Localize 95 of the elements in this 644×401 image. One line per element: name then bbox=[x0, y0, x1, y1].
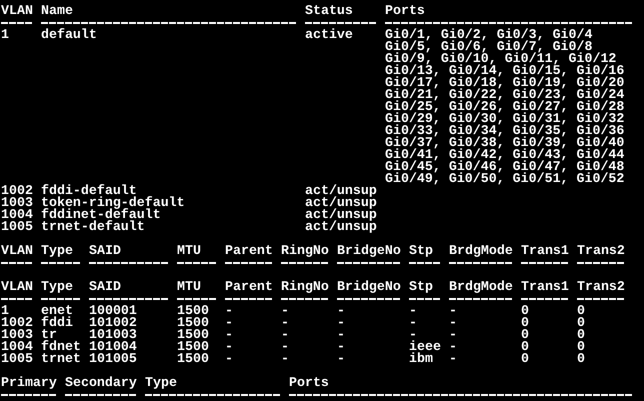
table-cell: 0 bbox=[577, 303, 585, 318]
table-cell: - bbox=[409, 315, 417, 330]
table-cell: 101002 bbox=[89, 315, 137, 330]
vlan-id: 1 bbox=[1, 27, 9, 42]
table-cell: 101003 bbox=[89, 327, 137, 342]
vlan-status: active bbox=[305, 27, 353, 42]
column-header: Primary bbox=[1, 375, 57, 390]
table-cell: - bbox=[449, 303, 457, 318]
column-header: BrdgMode bbox=[449, 243, 513, 258]
table-cell: - bbox=[449, 327, 457, 342]
table-cell: 1005 bbox=[1, 351, 33, 366]
column-header: VLAN bbox=[1, 243, 33, 258]
column-header: Trans2 bbox=[577, 243, 625, 258]
table-cell: - bbox=[225, 351, 233, 366]
column-header: Name bbox=[41, 3, 73, 18]
column-header: Parent bbox=[225, 279, 273, 294]
table-cell: - bbox=[449, 315, 457, 330]
column-header: Trans1 bbox=[521, 243, 569, 258]
table-cell: - bbox=[225, 339, 233, 354]
vlan-status: act/unsup bbox=[305, 207, 377, 222]
table-cell: fdnet bbox=[41, 339, 81, 354]
table-cell: 0 bbox=[521, 339, 529, 354]
table-cell: 1500 bbox=[177, 351, 209, 366]
table-cell: ibm bbox=[409, 351, 433, 366]
table-cell: 0 bbox=[521, 351, 529, 366]
table-cell: - bbox=[337, 327, 345, 342]
column-header: Trans2 bbox=[577, 279, 625, 294]
vlan-status: act/unsup bbox=[305, 219, 377, 234]
column-header: VLAN bbox=[1, 3, 33, 18]
table-cell: 0 bbox=[521, 327, 529, 342]
table-cell: 1 bbox=[1, 303, 9, 318]
vlan-id: 1003 bbox=[1, 195, 33, 210]
table-cell: 101004 bbox=[89, 339, 137, 354]
column-header: Secondary bbox=[65, 375, 137, 390]
table-cell: - bbox=[225, 327, 233, 342]
column-header: Status bbox=[305, 3, 353, 18]
column-header: RingNo bbox=[281, 243, 329, 258]
vlan-name: default bbox=[41, 27, 97, 42]
table-cell: - bbox=[225, 303, 233, 318]
table-cell: 0 bbox=[577, 315, 585, 330]
column-header: RingNo bbox=[281, 279, 329, 294]
table-cell: - bbox=[281, 315, 289, 330]
column-header: VLAN bbox=[1, 279, 33, 294]
vlan-status: act/unsup bbox=[305, 183, 377, 198]
table-cell: 101005 bbox=[89, 351, 137, 366]
column-header: SAID bbox=[89, 243, 121, 258]
table-cell: 1500 bbox=[177, 327, 209, 342]
table-cell: - bbox=[337, 303, 345, 318]
table-cell: - bbox=[409, 303, 417, 318]
column-header: SAID bbox=[89, 279, 121, 294]
column-header: MTU bbox=[177, 279, 201, 294]
column-header: BridgeNo bbox=[337, 243, 401, 258]
table-cell: 1500 bbox=[177, 339, 209, 354]
table-cell: 0 bbox=[577, 339, 585, 354]
table-cell: 1002 bbox=[1, 315, 33, 330]
column-header: Type bbox=[41, 243, 73, 258]
column-header: BridgeNo bbox=[337, 279, 401, 294]
table-cell: fddi bbox=[41, 315, 73, 330]
column-header: Parent bbox=[225, 243, 273, 258]
table-cell: 1004 bbox=[1, 339, 33, 354]
table-cell: - bbox=[449, 339, 457, 354]
table-cell: 1500 bbox=[177, 303, 209, 318]
table-cell: 0 bbox=[577, 351, 585, 366]
table-cell: 1500 bbox=[177, 315, 209, 330]
vlan-name: trnet-default bbox=[41, 219, 145, 234]
column-header: Ports bbox=[289, 375, 329, 390]
table-cell: - bbox=[281, 303, 289, 318]
table-cell: - bbox=[281, 351, 289, 366]
column-header: Type bbox=[145, 375, 177, 390]
column-header: Trans1 bbox=[521, 279, 569, 294]
table-cell: trnet bbox=[41, 351, 81, 366]
column-header: Stp bbox=[409, 279, 433, 294]
table-cell: - bbox=[337, 315, 345, 330]
column-header: Ports bbox=[385, 3, 425, 18]
vlan-id: 1002 bbox=[1, 183, 33, 198]
table-cell: - bbox=[337, 351, 345, 366]
table-cell: 0 bbox=[577, 327, 585, 342]
table-cell: - bbox=[337, 339, 345, 354]
table-cell: 100001 bbox=[89, 303, 137, 318]
table-cell: - bbox=[281, 339, 289, 354]
table-cell: 0 bbox=[521, 315, 529, 330]
column-header: BrdgMode bbox=[449, 279, 513, 294]
column-header: Type bbox=[41, 279, 73, 294]
column-header: MTU bbox=[177, 243, 201, 258]
vlan-id: 1004 bbox=[1, 207, 33, 222]
table-cell: - bbox=[281, 327, 289, 342]
port-list-line: Gi0/49, Gi0/50, Gi0/51, Gi0/52 bbox=[385, 171, 624, 186]
table-cell: - bbox=[449, 351, 457, 366]
table-cell: - bbox=[225, 315, 233, 330]
table-cell: 0 bbox=[521, 303, 529, 318]
table-cell: 1003 bbox=[1, 327, 33, 342]
column-header: Stp bbox=[409, 243, 433, 258]
vlan-status: act/unsup bbox=[305, 195, 377, 210]
vlan-name: token-ring-default bbox=[41, 195, 185, 210]
vlan-id: 1005 bbox=[1, 219, 33, 234]
